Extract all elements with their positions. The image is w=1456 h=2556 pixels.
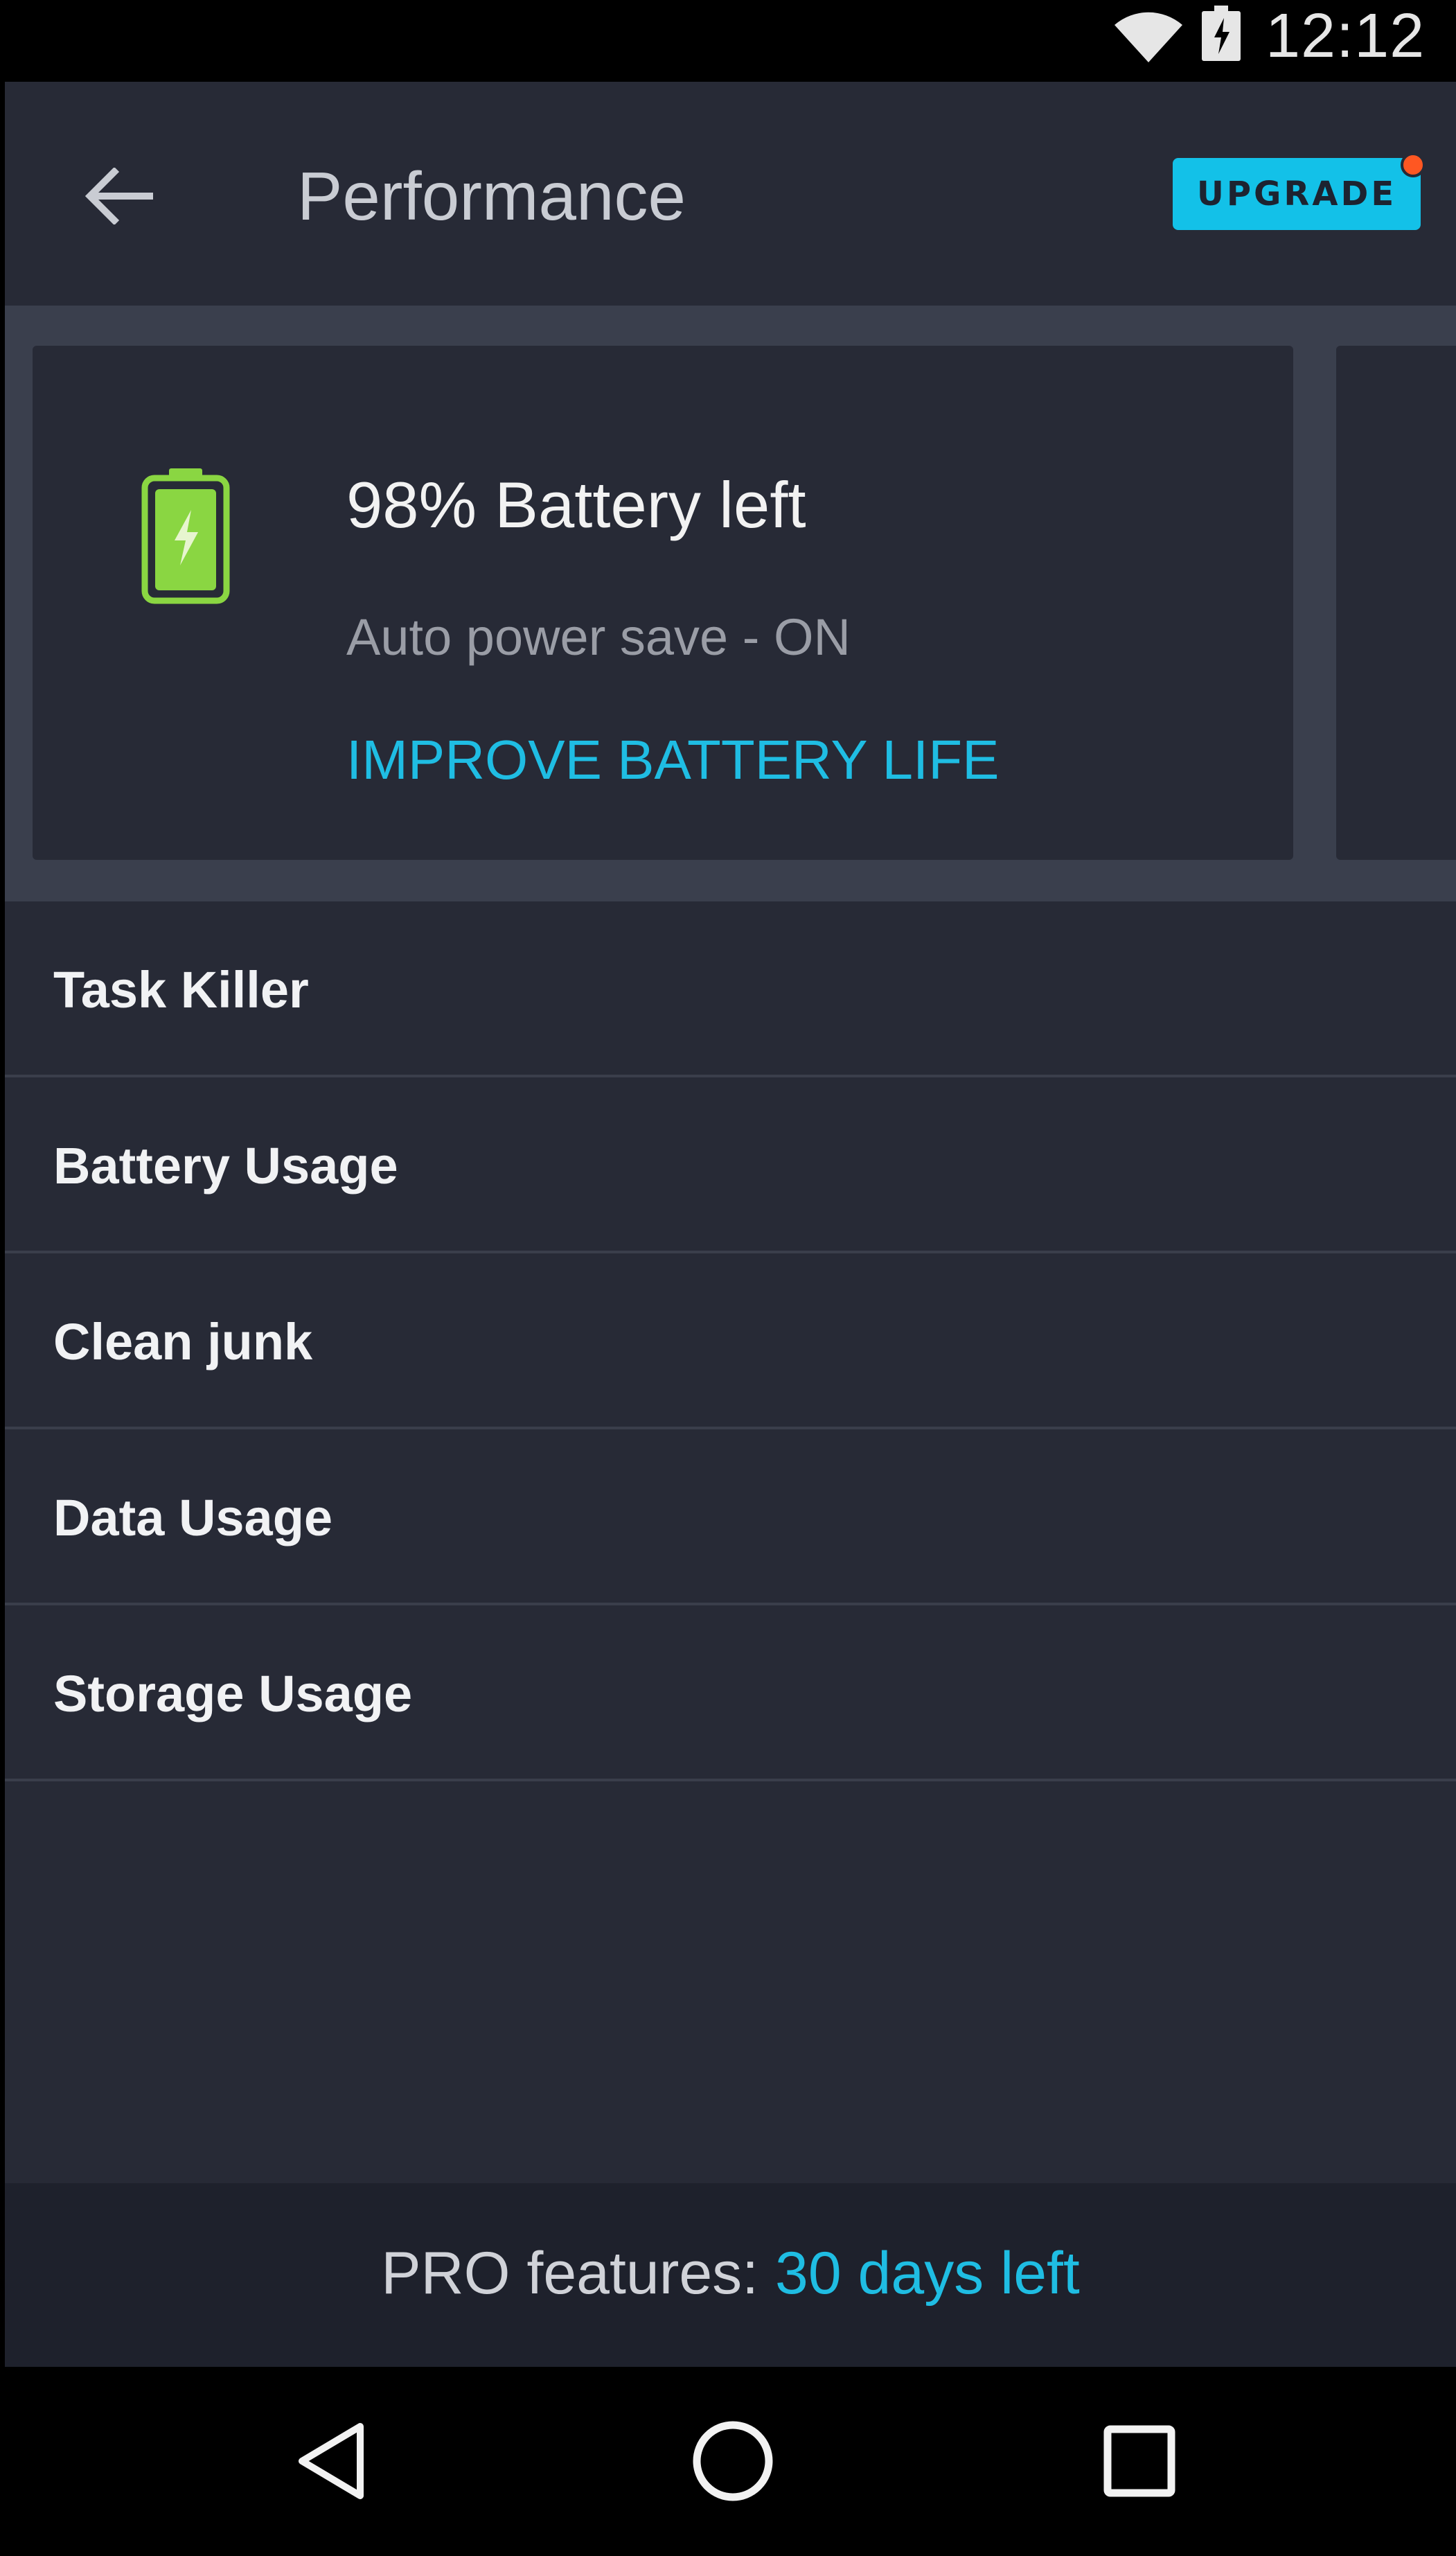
app-bar: Performance UPGRADE [5,82,1456,306]
menu-item-clean-junk[interactable]: Clean junk [5,1253,1456,1429]
menu-item-label: Clean junk [53,1313,313,1370]
pro-features-banner[interactable]: PRO features: 30 days left [5,2183,1456,2367]
menu-item-label: Data Usage [53,1489,333,1546]
device-frame: 12:12 Performance UPGRADE 98% Battery le… [0,0,1456,2556]
app-screen: 12:12 Performance UPGRADE 98% Battery le… [5,0,1456,2556]
menu-item-battery-usage[interactable]: Battery Usage [5,1077,1456,1253]
upgrade-button[interactable]: UPGRADE [1173,158,1421,230]
power-save-status: Auto power save - ON [346,608,851,666]
status-time: 12:12 [1266,1,1426,71]
performance-menu: Task Killer Battery Usage Clean junk Dat… [5,901,1456,1781]
arrow-left-icon [85,168,153,224]
pro-days-left: 30 days left [774,2240,1080,2307]
menu-item-label: Battery Usage [53,1137,398,1195]
menu-item-label: Task Killer [53,961,309,1019]
battery-card[interactable]: 98% Battery left Auto power save - ON IM… [33,346,1293,860]
notification-dot [1401,152,1426,177]
battery-charging-icon [141,468,230,604]
menu-item-data-usage[interactable]: Data Usage [5,1429,1456,1605]
nav-back-icon[interactable] [292,2420,375,2503]
wifi-icon [1115,12,1182,63]
menu-item-label: Storage Usage [53,1665,413,1722]
pro-features-prefix: PRO features: [381,2240,775,2307]
menu-item-task-killer[interactable]: Task Killer [5,901,1456,1077]
system-nav-bar [5,2367,1456,2556]
page-title: Performance [297,158,686,234]
next-card-peek[interactable] [1336,346,1456,860]
battery-level-title: 98% Battery left [346,468,806,541]
pro-features-text: PRO features: 30 days left [5,2239,1456,2308]
back-button[interactable] [74,151,164,241]
card-carousel: 98% Battery left Auto power save - ON IM… [5,306,1456,901]
battery-charging-icon [1202,6,1241,61]
improve-battery-link[interactable]: IMPROVE BATTERY LIFE [346,727,999,793]
nav-home-icon[interactable] [691,2419,775,2503]
status-bar: 12:12 [5,0,1456,82]
nav-recents-icon[interactable] [1103,2425,1175,2497]
menu-item-storage-usage[interactable]: Storage Usage [5,1605,1456,1781]
